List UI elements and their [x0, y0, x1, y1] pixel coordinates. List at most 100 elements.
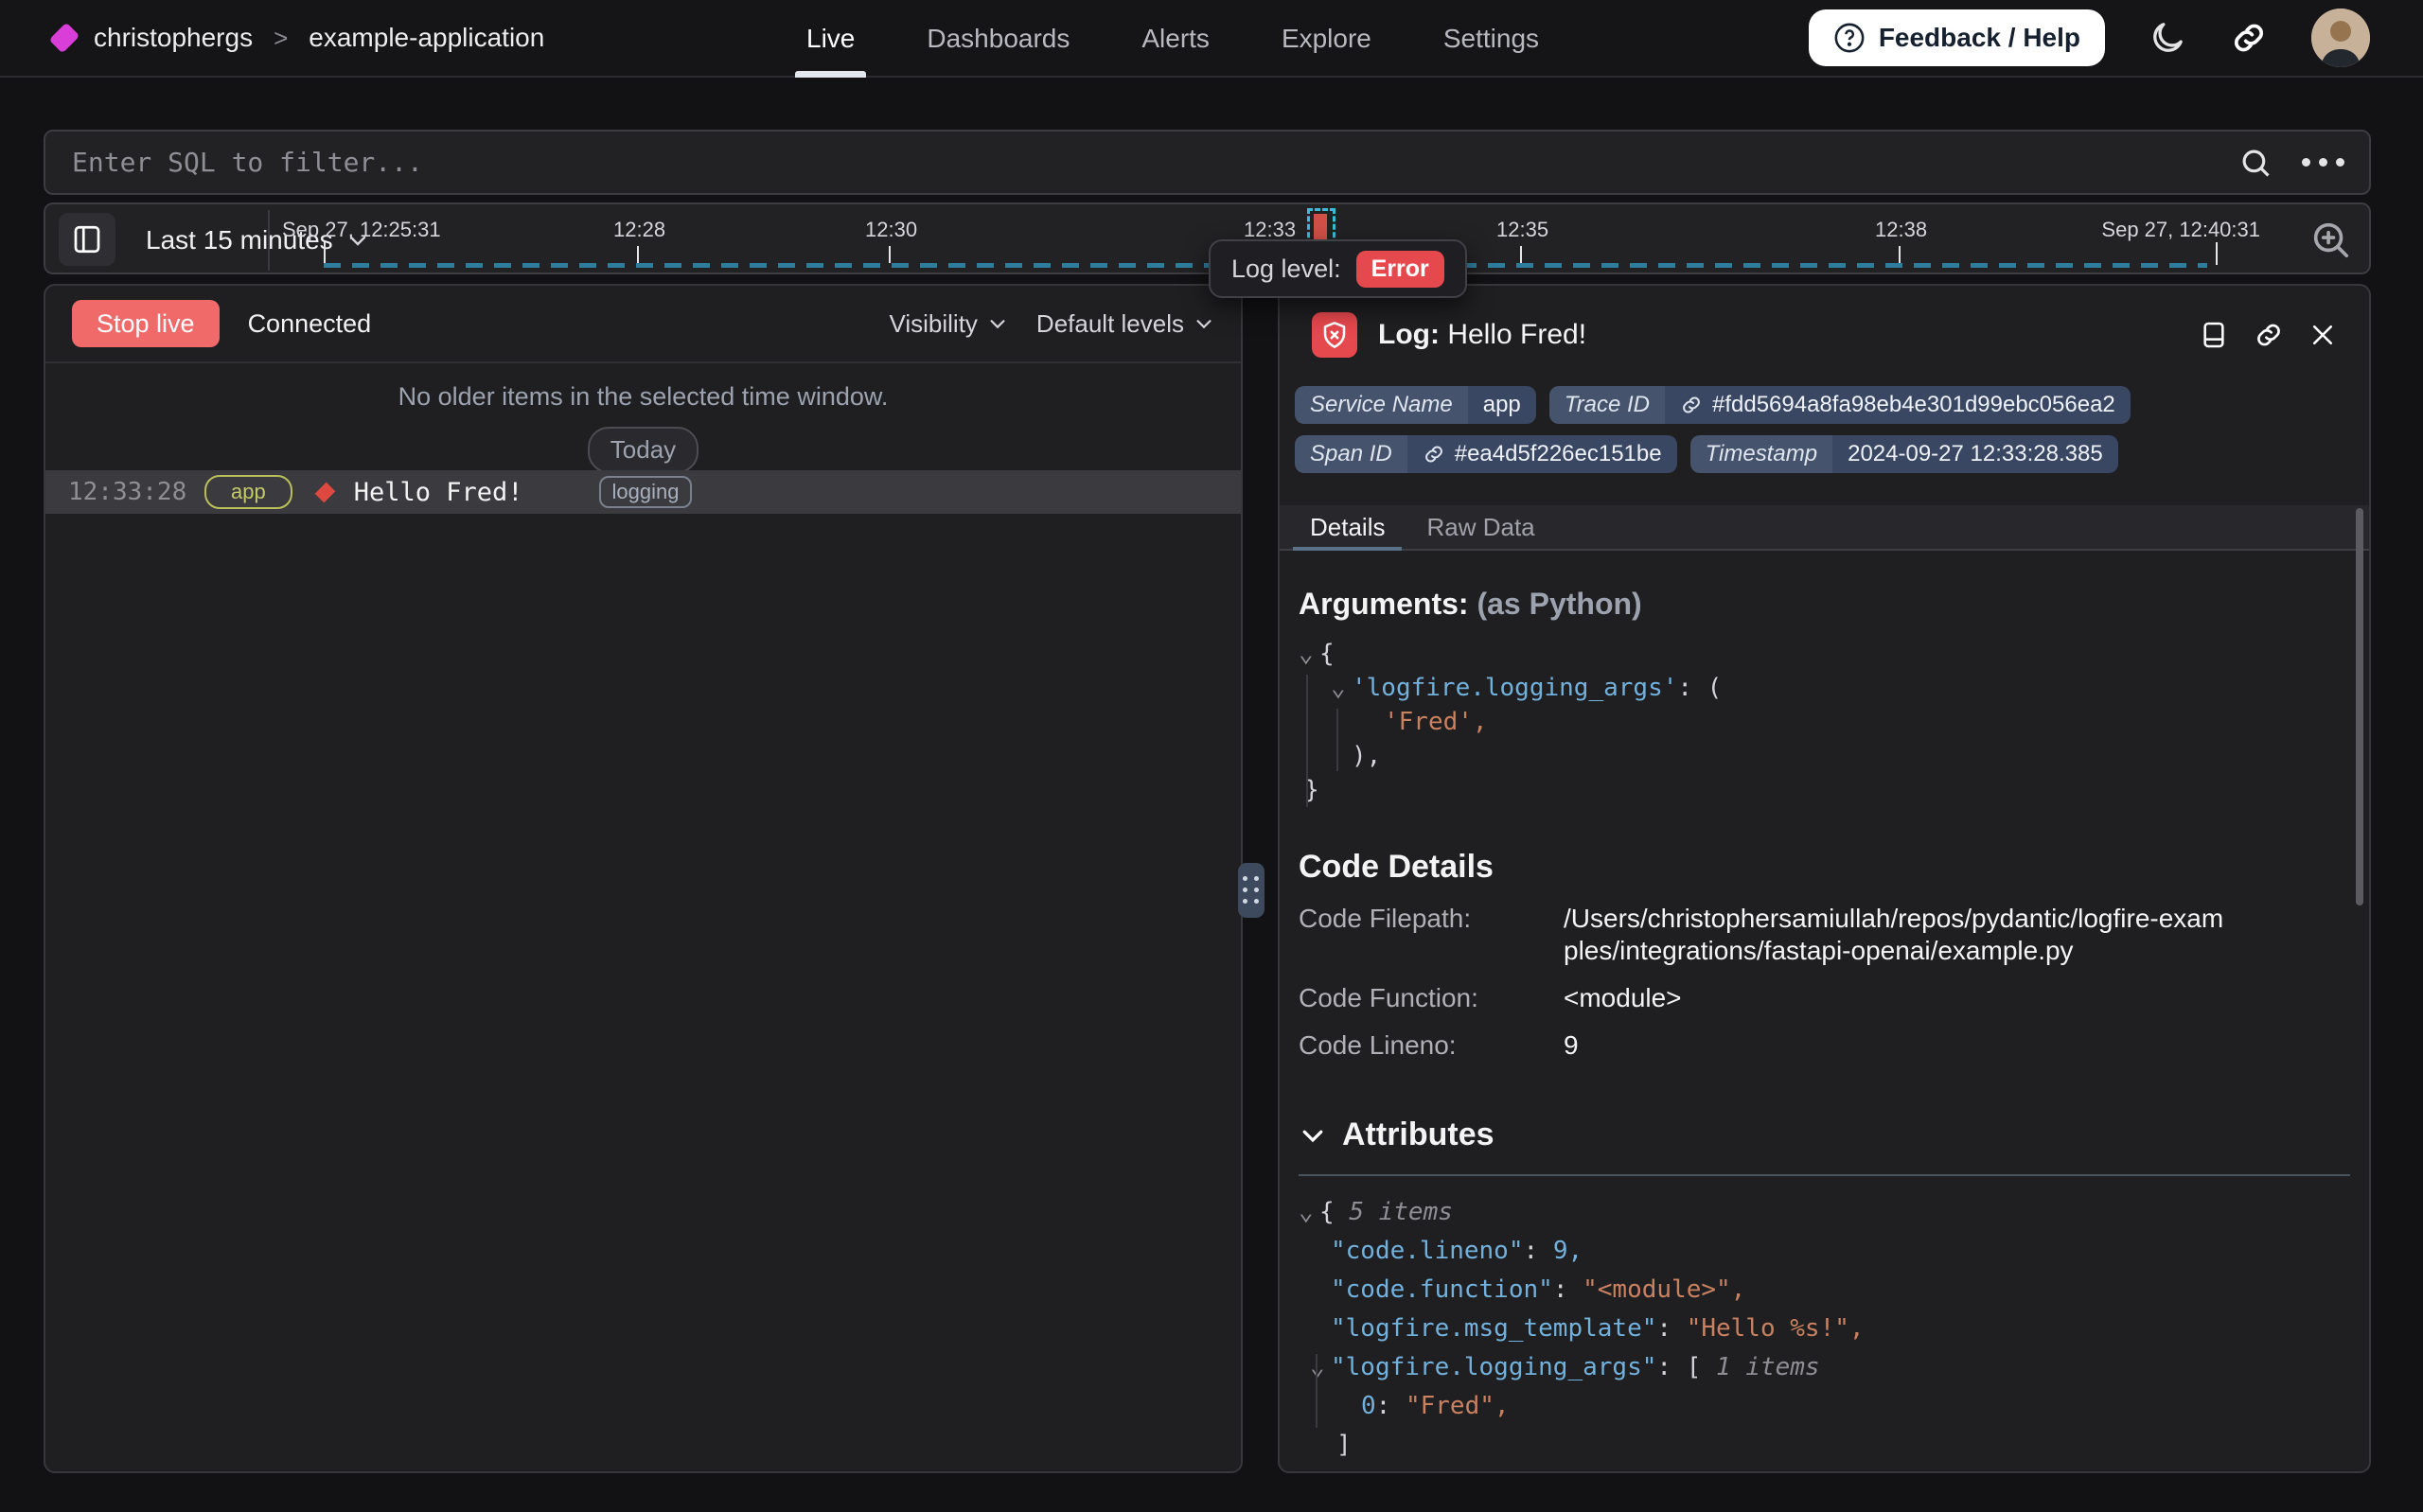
code-details-heading: Code Details [1299, 849, 2350, 886]
zoom-in-icon[interactable] [2308, 218, 2352, 261]
dark-mode-moon-icon[interactable] [2149, 19, 2186, 57]
tick-line-1238 [1899, 246, 1901, 263]
timeline-end-label: Sep 27, 12:40:31 [2024, 218, 2260, 242]
arguments-heading: Arguments: (as Python) [1299, 587, 2350, 622]
copy-link-icon[interactable] [2254, 320, 2284, 350]
search-icon[interactable] [2237, 145, 2273, 181]
default-levels-label: Default levels [1036, 309, 1184, 339]
top-nav: christophergs > example-application Live… [0, 0, 2423, 78]
span-id-label: Span ID [1295, 435, 1407, 473]
span-id-badge[interactable]: Span ID #ea4d5f226ec151be [1295, 435, 1677, 473]
attributes-section-toggle[interactable]: Attributes [1299, 1116, 2350, 1153]
live-panel-header: Stop live Connected Visibility Default l… [45, 286, 1241, 363]
logfire-logo-icon[interactable] [49, 23, 80, 54]
visibility-label: Visibility [889, 309, 977, 339]
today-button[interactable]: Today [588, 427, 699, 473]
code-function-label: Code Function: [1299, 982, 1564, 1014]
nav-tabs: Live Dashboards Alerts Explore Settings [806, 0, 1539, 78]
nav-tab-alerts[interactable]: Alerts [1141, 0, 1210, 78]
sql-filter-input[interactable] [45, 147, 2237, 178]
arguments-python-block: ⌄{ ⌄'logfire.logging_args': ( 'Fred', ),… [1299, 637, 2350, 807]
collapse-chevron-icon[interactable]: ⌄ [1299, 1193, 1319, 1232]
breadcrumb-separator: > [270, 24, 292, 53]
dock-panel-icon[interactable] [2199, 320, 2229, 350]
tick-line-1230 [889, 246, 891, 263]
share-link-icon[interactable] [2230, 19, 2268, 57]
error-shield-icon [1312, 312, 1357, 358]
user-avatar[interactable] [2311, 9, 2370, 67]
timestamp-value: 2024-09-27 12:33:28.385 [1832, 435, 2118, 473]
detail-title-text: Hello Fred! [1447, 319, 1586, 350]
detail-scrollbar[interactable] [2356, 508, 2363, 905]
logging-tag-badge[interactable]: logging [599, 476, 693, 508]
nav-tab-explore[interactable]: Explore [1282, 0, 1371, 78]
attributes-divider [1299, 1174, 2350, 1176]
arguments-heading-note: (as Python) [1477, 587, 1641, 621]
timeline-start-label: Sep 27, 12:25:31 [282, 218, 441, 242]
detail-tabs: Details Raw Data [1280, 505, 2369, 551]
timestamp-badge: Timestamp 2024-09-27 12:33:28.385 [1690, 435, 2118, 473]
log-row-time: 12:33:28 [68, 478, 191, 506]
timeline-tick-1230: 12:30 [865, 218, 917, 242]
attributes-json-block: ⌄{ 5 items "code.lineno": 9, "code.funct… [1299, 1193, 2350, 1473]
timeline-end-tick [2216, 242, 2218, 265]
log-detail-panel: Log: Hello Fred! [1278, 284, 2371, 1473]
collapse-chevron-icon[interactable]: ⌄ [1299, 637, 1319, 671]
error-diamond-icon [314, 482, 335, 502]
panel-resize-handle[interactable] [1238, 863, 1265, 918]
nav-tab-dashboards[interactable]: Dashboards [927, 0, 1070, 78]
nav-right: Feedback / Help [1809, 9, 2370, 67]
live-view-panel: Stop live Connected Visibility Default l… [44, 284, 1243, 1473]
tick-line-1228 [637, 246, 639, 263]
service-name-value: app [1468, 386, 1536, 424]
trace-id-badge[interactable]: Trace ID #fdd5694a8fa98eb4e301d99ebc056e… [1549, 386, 2131, 424]
trace-id-label: Trace ID [1549, 386, 1665, 424]
service-badge[interactable]: app [204, 475, 292, 509]
timeline-tick-1235: 12:35 [1496, 218, 1548, 242]
feedback-help-button[interactable]: Feedback / Help [1809, 9, 2105, 66]
code-function-value: <module> [1564, 982, 2226, 1014]
timeline-start-tick [324, 242, 326, 265]
default-levels-dropdown[interactable]: Default levels [1036, 309, 1214, 339]
timeline-tick-1238: 12:38 [1875, 218, 1927, 242]
arguments-heading-text: Arguments: [1299, 587, 1469, 621]
visibility-dropdown[interactable]: Visibility [889, 309, 1007, 339]
tab-details[interactable]: Details [1293, 505, 1402, 549]
log-level-tooltip: Log level: Error [1209, 239, 1467, 298]
feedback-help-label: Feedback / Help [1879, 23, 2080, 53]
detail-title: Log: Hello Fred! [1378, 319, 1586, 351]
log-row[interactable]: 12:33:28 app Hello Fred! logging [45, 470, 1241, 514]
tab-raw-data[interactable]: Raw Data [1409, 505, 1551, 549]
nav-tab-live[interactable]: Live [806, 0, 855, 78]
timeline-tick-1228: 12:28 [613, 218, 665, 242]
code-lineno-label: Code Lineno: [1299, 1029, 1564, 1062]
link-icon [1423, 443, 1445, 466]
breadcrumb: christophergs > example-application [52, 23, 544, 53]
tick-line-1235 [1520, 246, 1522, 263]
close-icon[interactable] [2308, 321, 2337, 349]
tooltip-label: Log level: [1231, 255, 1341, 284]
empty-window-message: No older items in the selected time wind… [45, 382, 1241, 412]
trace-id-value: #fdd5694a8fa98eb4e301d99ebc056ea2 [1712, 392, 2115, 418]
service-name-badge: Service Name app [1295, 386, 1536, 424]
link-icon [1680, 394, 1703, 416]
attributes-heading: Attributes [1342, 1116, 1494, 1153]
nav-tab-settings[interactable]: Settings [1443, 0, 1539, 78]
collapse-chevron-icon[interactable]: ⌄ [1331, 671, 1352, 705]
timeline[interactable]: Sep 27, 12:25:31 12:28 12:30 12:33 12:35… [45, 204, 2369, 273]
code-details-rows: Code Filepath: /Users/christophersamiull… [1299, 903, 2350, 1062]
collapse-chevron-icon[interactable]: ⌄ [1310, 1348, 1331, 1387]
breadcrumb-org[interactable]: christophergs [94, 23, 253, 53]
chevron-down-icon [987, 313, 1008, 334]
code-filepath-label: Code Filepath: [1299, 903, 1564, 967]
question-circle-icon [1833, 22, 1866, 54]
breadcrumb-project[interactable]: example-application [309, 23, 544, 53]
error-level-badge: Error [1356, 251, 1444, 288]
stop-live-button[interactable]: Stop live [72, 300, 220, 347]
detail-kind: Log: [1378, 319, 1440, 350]
chevron-down-icon [1299, 1121, 1327, 1150]
connection-status: Connected [248, 309, 372, 339]
more-options-icon[interactable] [2302, 158, 2344, 167]
code-lineno-value: 9 [1564, 1029, 2226, 1062]
code-filepath-value: /Users/christophersamiullah/repos/pydant… [1564, 903, 2226, 967]
